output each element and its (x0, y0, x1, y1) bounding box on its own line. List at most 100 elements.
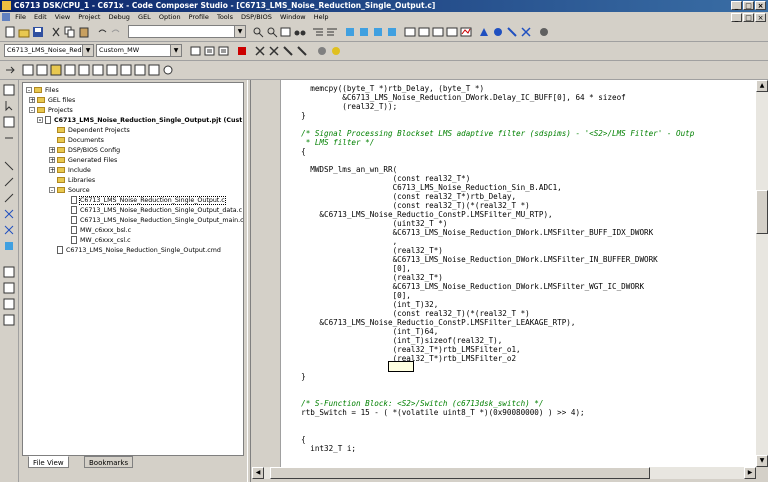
tree-item[interactable]: Documents (57, 136, 104, 145)
remove-probes-icon[interactable] (296, 45, 308, 57)
code-line[interactable]: /* Signal Processing Blockset LMS adapti… (292, 129, 694, 138)
outdent-icon[interactable] (326, 26, 338, 38)
copy-icon[interactable] (64, 26, 76, 38)
scroll-left-icon[interactable]: ◀ (252, 467, 264, 479)
menu-project[interactable]: Project (78, 13, 100, 21)
code-line[interactable]: } (292, 372, 306, 381)
help-icon[interactable] (538, 26, 550, 38)
breakpoint-icon[interactable] (492, 26, 504, 38)
code-line[interactable]: &C6713_LMS_Noise_Reduction_DWork.LMSFilt… (292, 228, 654, 237)
code-line[interactable]: (int_T)64, (292, 327, 439, 336)
toggle-breakpoint-icon[interactable] (254, 45, 266, 57)
animate-icon[interactable] (92, 64, 104, 76)
toggle-probe-icon[interactable] (282, 45, 294, 57)
memory-icon[interactable] (3, 116, 15, 128)
breakpoint-list-icon[interactable] (3, 224, 15, 236)
code-line[interactable]: &C6713_LMS_Noise_Reduction_DWork.Delay_I… (292, 93, 625, 102)
menu-view[interactable]: View (55, 13, 70, 21)
menu-dsp-bios[interactable]: DSP/BIOS (241, 13, 272, 21)
tree-item-project[interactable]: - C6713_LMS_Noise_Reduction_Single_Output… (37, 116, 242, 125)
code-line[interactable]: &C6713_LMS_Noise_Reduction_DWork.LMSFilt… (292, 282, 644, 291)
tree-item[interactable]: - Source (49, 186, 90, 195)
step-over-icon[interactable] (22, 64, 34, 76)
menu-window[interactable]: Window (280, 13, 306, 21)
code-line[interactable]: (real32_T)); (292, 102, 397, 111)
menu-gel[interactable]: GEL (138, 13, 151, 21)
bookmark-next-icon[interactable] (358, 26, 370, 38)
run-icon[interactable] (64, 64, 76, 76)
scroll-thumb-horizontal[interactable] (270, 467, 650, 479)
scroll-up-icon[interactable]: ▲ (756, 80, 768, 92)
step-out-icon[interactable] (36, 64, 48, 76)
profiler-icon[interactable] (330, 45, 342, 57)
open-folder-icon[interactable] (18, 26, 30, 38)
code-line[interactable]: (const real32_T*) (292, 174, 471, 183)
code-line[interactable]: ); (292, 363, 402, 372)
expand-icon[interactable]: + (49, 157, 55, 164)
reload-program-icon[interactable] (148, 64, 160, 76)
expand-icon[interactable]: + (49, 167, 55, 174)
chevron-down-icon[interactable]: ▼ (234, 26, 245, 37)
tree-item-selected[interactable]: C6713_LMS_Noise_Reduction_Single_Output.… (71, 196, 226, 205)
close-button[interactable]: × (755, 1, 766, 10)
stop-build-icon[interactable] (236, 45, 248, 57)
code-line[interactable]: rtb_Switch = 15 - ( *(volatile uint8_T *… (292, 408, 584, 417)
tree-item[interactable]: MW_c6xxx_bsl.c (71, 226, 131, 235)
scroll-down-icon[interactable]: ▼ (756, 455, 768, 467)
project-combo[interactable]: C6713_LMS_Noise_Redu ▼ (4, 44, 94, 57)
collapse-icon[interactable]: - (49, 187, 55, 194)
code-line[interactable]: int32_T i; (292, 444, 356, 453)
code-line[interactable]: (real32_T*) (292, 273, 443, 282)
probe-point-icon[interactable] (506, 26, 518, 38)
collapse-icon[interactable]: - (37, 117, 43, 124)
reset-icon[interactable] (120, 64, 132, 76)
tree-item[interactable]: C6713_LMS_Noise_Reduction_Single_Output_… (71, 216, 243, 225)
registers-icon[interactable] (432, 26, 444, 38)
menu-option[interactable]: Option (159, 13, 181, 21)
maximize-button[interactable]: □ (743, 1, 754, 10)
binoculars-icon[interactable] (294, 26, 306, 38)
tab-bookmarks[interactable]: Bookmarks (84, 456, 134, 468)
clear-breakpoints-icon[interactable] (520, 26, 532, 38)
doc-minimize-button[interactable]: _ (731, 13, 742, 22)
tree-item[interactable]: + Include (49, 166, 91, 175)
tree-item[interactable]: Dependent Projects (57, 126, 130, 135)
vertical-scrollbar[interactable]: ▲ ▼ (756, 80, 768, 467)
run-to-cursor-icon[interactable] (50, 64, 62, 76)
tree-item[interactable]: - Files (26, 86, 59, 95)
find-in-files-icon[interactable] (280, 26, 292, 38)
call-stack-icon[interactable] (3, 314, 15, 326)
code-editor[interactable]: memcpy((byte_T *)rtb_Delay, (byte_T *) &… (252, 80, 756, 467)
memory-window-icon[interactable] (418, 26, 430, 38)
save-icon[interactable] (32, 26, 44, 38)
tree-item[interactable]: - Projects (29, 106, 73, 115)
tree-item[interactable]: MW_c6xxx_csl.c (71, 236, 131, 245)
menu-help[interactable]: Help (314, 13, 329, 21)
collapse-icon[interactable]: - (26, 87, 32, 94)
cpu-icon[interactable] (3, 282, 15, 294)
run-free-icon[interactable] (3, 208, 15, 220)
tree-item[interactable]: C6713_LMS_Noise_Reduction_Single_Output_… (71, 206, 242, 215)
menu-file[interactable]: File (15, 13, 26, 21)
registers-window-icon[interactable] (3, 266, 15, 278)
watch-icon[interactable] (3, 84, 15, 96)
code-line[interactable]: /* S-Function Block: <S2>/Switch (c6713d… (292, 399, 543, 408)
menu-edit[interactable]: Edit (34, 13, 47, 21)
editor-gutter[interactable] (252, 80, 281, 467)
cut-icon[interactable] (50, 26, 62, 38)
code-line[interactable]: (const real32_T)(*(real32_T *) (292, 309, 530, 318)
undo-icon[interactable] (96, 26, 108, 38)
compile-file-icon[interactable] (190, 45, 202, 57)
tree-item[interactable]: Libraries (57, 176, 95, 185)
tree-item[interactable]: + DSP/BIOS Config (49, 146, 120, 155)
tab-file-view[interactable]: File View (28, 456, 69, 468)
tree-item[interactable]: + GEL files (29, 96, 75, 105)
incremental-build-icon[interactable] (204, 45, 216, 57)
code-line[interactable]: (uint32_T *) (292, 219, 448, 228)
remove-breakpoints-icon[interactable] (268, 45, 280, 57)
record-icon[interactable] (316, 45, 328, 57)
expand-icon[interactable]: + (49, 147, 55, 154)
mix-mode-icon[interactable] (3, 160, 15, 172)
find-next-icon[interactable] (266, 26, 278, 38)
code-line[interactable]: MWDSP_lms_an_wn_RR( (292, 165, 397, 174)
